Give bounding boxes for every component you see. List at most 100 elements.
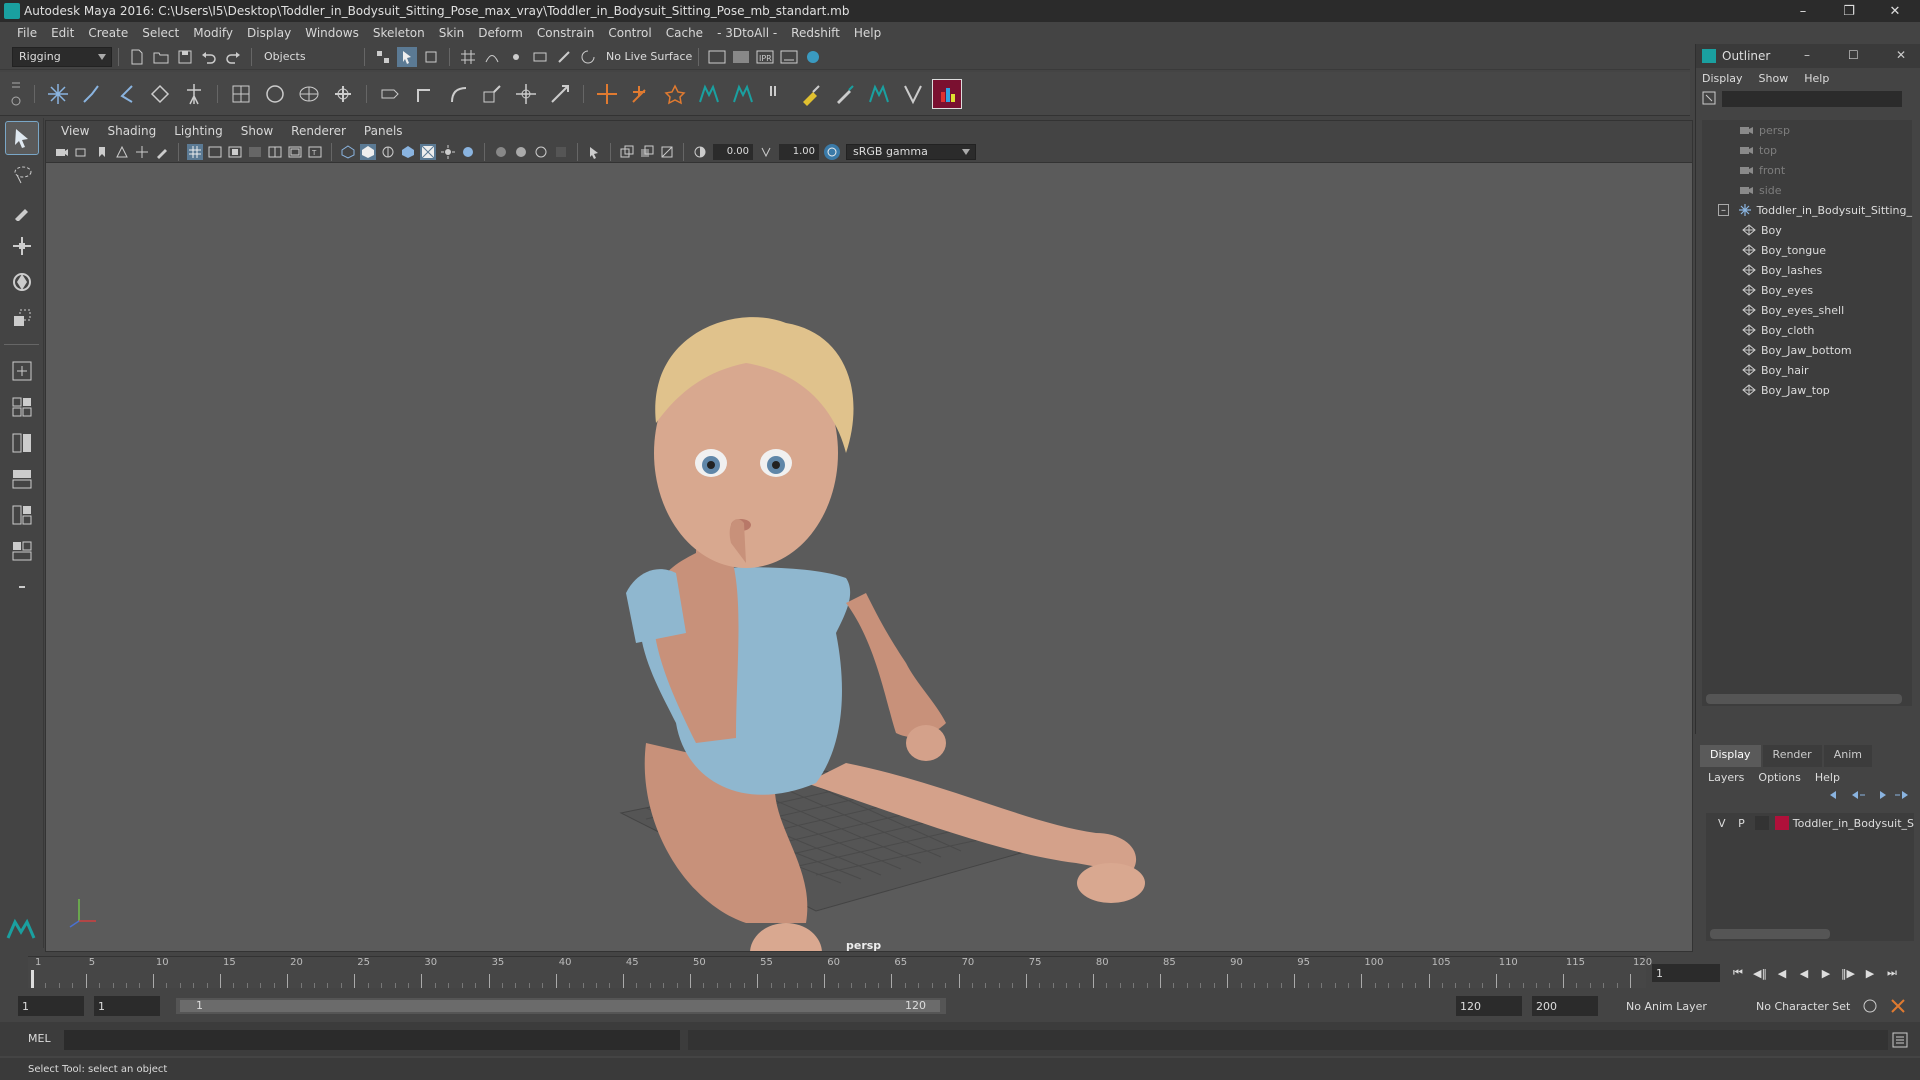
panel-menu-panels[interactable]: Panels [355, 124, 412, 138]
tree-item-boy-lashes[interactable]: Boy_lashes [1702, 260, 1912, 280]
safe-action-icon[interactable] [287, 144, 303, 160]
color-management-icon[interactable] [824, 143, 840, 160]
close-button[interactable]: ✕ [1896, 48, 1906, 62]
range-bar-fill[interactable] [180, 1000, 940, 1012]
hypershade-layout-icon[interactable] [6, 499, 38, 531]
layer-menu-layers[interactable]: Layers [1708, 771, 1744, 784]
layer-horizontal-scrollbar[interactable] [1710, 929, 1830, 939]
tab-display[interactable]: Display [1700, 745, 1761, 767]
close-button[interactable]: ✕ [1872, 0, 1918, 22]
redo-icon[interactable] [223, 47, 243, 67]
tree-item-front[interactable]: front [1702, 160, 1912, 180]
script-editor-icon[interactable] [1892, 1032, 1908, 1051]
gate-mask-icon[interactable] [247, 144, 263, 160]
camera-attributes-icon[interactable] [74, 144, 90, 160]
wireframe-on-shaded-icon[interactable] [400, 144, 416, 160]
safe-title-icon[interactable]: T [307, 144, 323, 160]
layer-menu-options[interactable]: Options [1758, 771, 1800, 784]
menu-control[interactable]: Control [601, 26, 658, 40]
outliner-menu-show[interactable]: Show [1759, 72, 1789, 85]
cluster-icon[interactable] [260, 79, 290, 109]
orient-constraint-icon[interactable] [443, 79, 473, 109]
outliner-menu-help[interactable]: Help [1804, 72, 1829, 85]
bind-skin-icon[interactable] [145, 79, 175, 109]
shelf-menu-icon[interactable] [4, 74, 28, 114]
new-layer-from-selection-icon[interactable] [1894, 789, 1910, 804]
tree-item-boy[interactable]: Boy [1702, 220, 1912, 240]
viewport-3d[interactable]: persp [46, 163, 1692, 951]
depth-of-field-icon[interactable] [553, 144, 569, 160]
persp-graph-layout-icon[interactable] [6, 463, 38, 495]
tree-item-boy-jaw-top[interactable]: Boy_Jaw_top [1702, 380, 1912, 400]
layer-visibility-toggle[interactable]: V [1712, 817, 1732, 830]
ipr-render-icon[interactable]: IPR [755, 47, 775, 67]
textured-icon[interactable] [420, 143, 436, 160]
tree-item-boy-eyes-shell[interactable]: Boy_eyes_shell [1702, 300, 1912, 320]
step-back-key-icon[interactable]: ◀‖ [1750, 964, 1770, 982]
hik-skeleton-icon[interactable] [864, 79, 894, 109]
menu-cache[interactable]: Cache [659, 26, 710, 40]
layer-playback-toggle[interactable]: P [1732, 817, 1752, 830]
image-plane-icon[interactable] [114, 144, 130, 160]
render-view-icon[interactable] [707, 47, 727, 67]
select-by-object-icon[interactable] [397, 46, 417, 67]
current-frame-field[interactable]: 1 [1652, 964, 1720, 982]
shadows-icon[interactable] [460, 144, 476, 160]
viewport-scene[interactable] [46, 163, 1692, 951]
menu-help[interactable]: Help [847, 26, 888, 40]
grease-pencil-icon[interactable] [154, 144, 170, 160]
rotate-tool-icon[interactable] [6, 266, 38, 298]
channel-list-icon[interactable] [762, 79, 792, 109]
paint-select-tool-icon[interactable] [6, 194, 38, 226]
xray-icon[interactable] [619, 144, 635, 160]
use-default-material-icon[interactable] [380, 144, 396, 160]
menu-display[interactable]: Display [240, 26, 298, 40]
select-by-hierarchy-icon[interactable] [373, 47, 393, 67]
isolate-select-icon[interactable] [586, 144, 602, 160]
timeline-ruler[interactable]: 1 5 10 15 20 25 30 35 40 45 50 55 60 65 70 75 80 85 90 95 10… [28, 956, 1652, 988]
new-scene-icon[interactable] [127, 47, 147, 67]
animation-end-field[interactable]: 200 [1532, 996, 1598, 1016]
menu-create[interactable]: Create [81, 26, 135, 40]
bookmark-icon[interactable] [94, 144, 110, 160]
render-settings-icon[interactable] [779, 47, 799, 67]
point-constraint-icon[interactable] [409, 79, 439, 109]
four-view-layout-icon[interactable] [6, 391, 38, 423]
paint-weights-icon[interactable] [796, 79, 826, 109]
view-transform-dropdown[interactable]: sRGB gamma [846, 143, 976, 160]
layer-color-swatch[interactable] [1775, 816, 1789, 830]
render-frame-icon[interactable] [731, 47, 751, 67]
exposure-field[interactable]: 0.00 [713, 143, 753, 160]
xray-joints-icon[interactable] [659, 144, 675, 160]
hypershade-icon[interactable] [803, 47, 823, 67]
menu-windows[interactable]: Windows [298, 26, 366, 40]
film-gate-icon[interactable] [207, 144, 223, 160]
exposure-icon[interactable] [692, 144, 708, 160]
go-to-end-icon[interactable]: ⏭ [1882, 964, 1902, 982]
play-forwards-icon[interactable]: ▶ [1816, 964, 1836, 982]
tree-item-boy-hair[interactable]: Boy_hair [1702, 360, 1912, 380]
aim-constraint-icon[interactable] [511, 79, 541, 109]
layer-display-type-toggle[interactable] [1755, 816, 1769, 830]
pole-vector-icon[interactable] [545, 79, 575, 109]
hik-control-icon[interactable] [728, 79, 758, 109]
ik-spline-icon[interactable] [111, 79, 141, 109]
parent-constraint-icon[interactable] [375, 79, 405, 109]
scale-constraint-icon[interactable] [477, 79, 507, 109]
menu-modify[interactable]: Modify [186, 26, 240, 40]
outliner-horizontal-scrollbar[interactable] [1706, 694, 1902, 704]
wire-icon[interactable] [328, 79, 358, 109]
menu-file[interactable]: File [10, 26, 44, 40]
minimize-button[interactable]: – [1780, 0, 1826, 22]
gamma-field[interactable]: 1.00 [779, 143, 819, 160]
menuset-dropdown[interactable]: Rigging [12, 46, 112, 67]
screen-space-ao-icon[interactable] [493, 144, 509, 160]
snap-point-icon[interactable] [506, 47, 526, 67]
tab-anim[interactable]: Anim [1823, 745, 1872, 767]
hik-character-icon[interactable] [694, 79, 724, 109]
scale-tool-icon[interactable] [6, 302, 38, 334]
joint-tool-icon[interactable] [43, 79, 73, 109]
move-layer-up-icon[interactable] [1828, 789, 1844, 804]
soft-mod-icon[interactable] [660, 79, 690, 109]
tree-item-persp[interactable]: persp [1702, 120, 1912, 140]
